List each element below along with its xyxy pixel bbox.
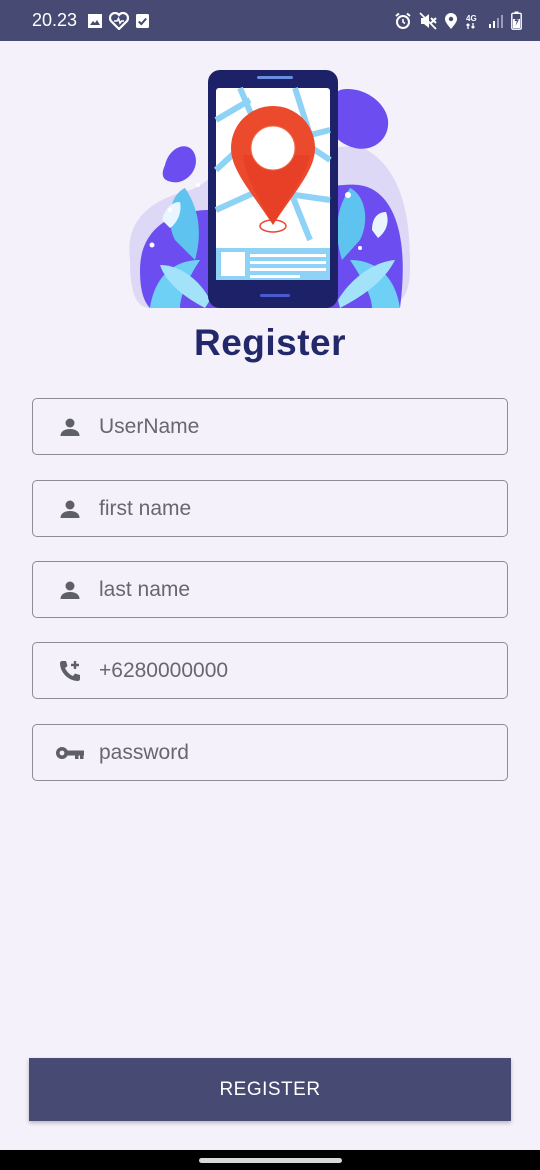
signal-icon [488,13,504,29]
gallery-icon [87,13,103,29]
status-left-icons [87,11,150,30]
map-location-illustration [110,60,430,310]
key-icon [33,744,107,762]
status-time: 20.23 [32,10,78,30]
last-name-field[interactable] [32,561,508,618]
phone-input[interactable] [97,642,507,699]
last-name-input[interactable] [97,561,507,618]
person-icon [33,578,107,602]
home-indicator[interactable] [199,1158,342,1163]
person-icon [33,497,107,521]
first-name-field[interactable] [32,480,508,537]
svg-text:4G: 4G [466,14,477,23]
password-field[interactable] [32,724,508,781]
battery-icon [511,11,522,30]
mute-icon [419,11,437,30]
heart-pulse-icon [109,11,130,30]
phone-field[interactable] [32,642,508,699]
phone-add-icon [33,658,107,684]
status-right-icons: 4G [394,11,522,30]
page-title: Register [193,322,347,363]
checkbox-icon [135,13,150,29]
4g-icon: 4G [465,12,481,30]
username-field[interactable] [32,398,508,455]
first-name-input[interactable] [97,480,507,537]
password-input[interactable] [97,724,507,781]
username-input[interactable] [97,398,507,455]
location-icon [444,12,458,30]
alarm-icon [394,12,412,30]
navigation-bar [0,1150,540,1170]
person-icon [33,415,107,439]
register-button[interactable]: REGISTER [29,1058,511,1121]
status-bar: 20.23 4G [0,0,540,41]
